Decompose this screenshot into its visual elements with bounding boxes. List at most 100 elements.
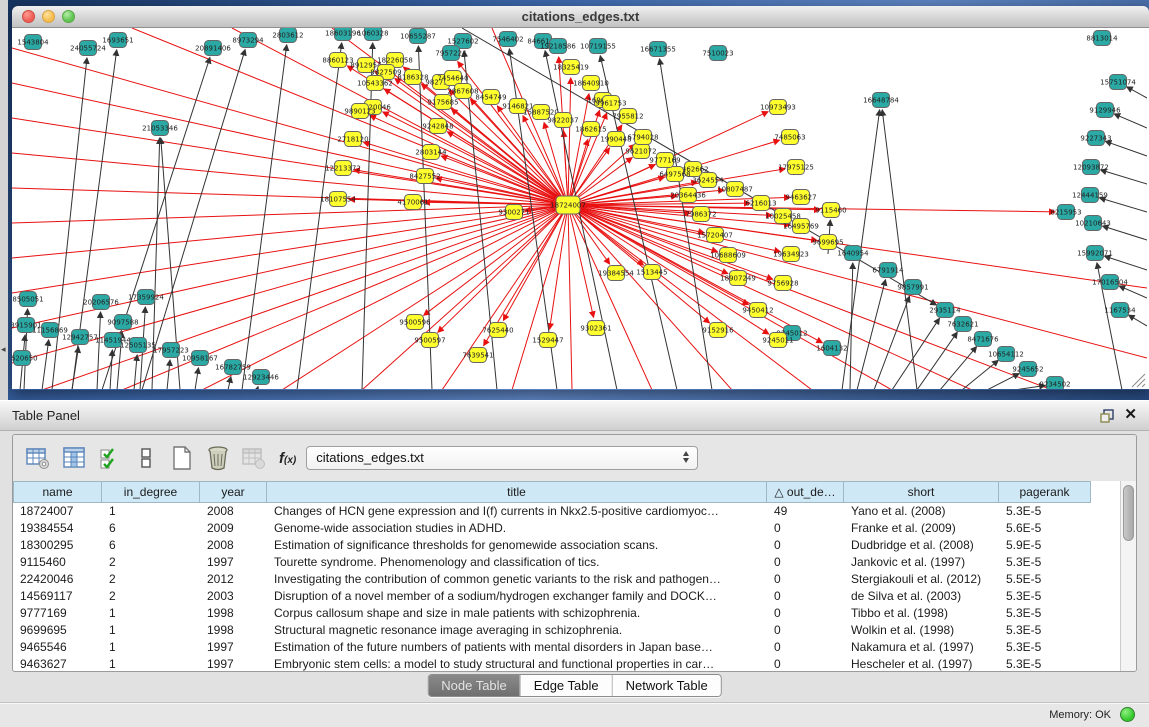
table-row[interactable]: 2242004622012Investigating the contribut… [13, 571, 1120, 588]
cell-pagerank[interactable]: 5.3E-5 [999, 656, 1091, 672]
cell-short[interactable]: Wolkin et al. (1998) [844, 622, 999, 639]
graph-node[interactable]: 9450412 [742, 303, 773, 318]
cell-year[interactable]: 2008 [200, 537, 267, 554]
graph-node[interactable]: 9175685 [427, 95, 458, 110]
table-row[interactable]: 1830029562008Estimation of significance … [13, 537, 1120, 554]
cell-in_degree[interactable]: 6 [102, 537, 200, 554]
graph-node[interactable]: 18603196 [325, 28, 361, 41]
graph-node[interactable]: 7639541 [462, 348, 493, 363]
cell-pagerank[interactable]: 5.5E-5 [999, 571, 1091, 588]
cell-out_de[interactable]: 0 [767, 656, 844, 672]
graph-node[interactable]: 9115460 [815, 203, 846, 218]
cell-pagerank[interactable]: 5.3E-5 [999, 622, 1091, 639]
graph-node[interactable]: 8860123 [322, 53, 353, 68]
cell-title[interactable]: Estimation of significance thresholds fo… [267, 537, 767, 554]
cell-title[interactable]: Embryonic stem cells: a model to study s… [267, 656, 767, 672]
cell-year[interactable]: 2009 [200, 520, 267, 537]
table-row[interactable]: 1938455462009Genome-wide association stu… [13, 520, 1120, 537]
cell-out_de[interactable]: 0 [767, 639, 844, 656]
graph-node[interactable]: 9234502 [1039, 377, 1070, 390]
graph-node[interactable]: 12213372 [325, 161, 361, 176]
graph-node[interactable]: 15751074 [1100, 75, 1136, 90]
cell-year[interactable]: 1997 [200, 639, 267, 656]
cell-out_de[interactable]: 0 [767, 571, 844, 588]
table-row[interactable]: 977716911998Corpus callosum shape and si… [13, 605, 1120, 622]
graph-node[interactable]: 20891406 [195, 41, 231, 56]
table-row[interactable]: 1872400712008Changes of HCN gene express… [13, 503, 1120, 520]
graph-node[interactable]: 2935114 [929, 303, 961, 318]
cell-in_degree[interactable]: 1 [102, 639, 200, 656]
close-panel-icon[interactable]: ✕ [1124, 405, 1137, 423]
graph-node[interactable]: 6794028 [627, 130, 658, 145]
graph-node[interactable]: 2718120 [337, 132, 368, 147]
column-header-pagerank[interactable]: pagerank [999, 481, 1091, 503]
graph-node[interactable]: 18107554 [320, 192, 356, 207]
column-settings-icon[interactable] [23, 443, 53, 473]
citation-graph[interactable]: 1543804240557241693651208914068973294280… [12, 28, 1147, 389]
memory-status-indicator[interactable] [1120, 707, 1135, 722]
cell-short[interactable]: Nakamura et al. (1997) [844, 639, 999, 656]
cell-pagerank[interactable]: 5.3E-5 [999, 554, 1091, 571]
graph-node[interactable]: 1529447 [532, 333, 563, 348]
table-row[interactable]: 969969511998Structural magnetic resonanc… [13, 622, 1120, 639]
cell-in_degree[interactable]: 2 [102, 588, 200, 605]
cell-title[interactable]: Investigating the contribution of common… [267, 571, 767, 588]
function-builder-icon[interactable]: f(x) [279, 450, 296, 467]
cell-name[interactable]: 18724007 [13, 503, 102, 520]
cell-in_degree[interactable]: 1 [102, 656, 200, 672]
table-row[interactable]: 946554611997Estimation of the future num… [13, 639, 1120, 656]
graph-node[interactable]: 7510023 [702, 46, 733, 61]
graph-node[interactable]: 8813014 [1086, 31, 1118, 46]
cell-title[interactable]: Corpus callosum shape and size in male p… [267, 605, 767, 622]
cell-name[interactable]: 9463627 [13, 656, 102, 672]
table-panel-header[interactable]: Table Panel ✕ [0, 400, 1149, 431]
graph-node[interactable]: 9699695 [812, 235, 843, 250]
graph-node[interactable]: 9152916 [702, 323, 734, 338]
cell-short[interactable]: Franke et al. (2009) [844, 520, 999, 537]
table-scrollbar-thumb[interactable] [1123, 485, 1134, 541]
cell-title[interactable]: Tourette syndrome. Phenomenology and cla… [267, 554, 767, 571]
cell-out_de[interactable]: 0 [767, 588, 844, 605]
graph-node[interactable]: 10688609 [710, 248, 746, 263]
graph-node[interactable]: 2620650 [12, 351, 38, 366]
tab-node-table[interactable]: Node Table [428, 675, 520, 696]
graph-node[interactable]: 18640910 [573, 76, 609, 91]
graph-node[interactable]: 16671355 [640, 42, 676, 57]
column-header-name[interactable]: name [13, 481, 102, 503]
column-header-title[interactable]: title [267, 481, 767, 503]
graph-node[interactable]: 9463627 [785, 190, 816, 205]
cell-out_de[interactable]: 0 [767, 605, 844, 622]
tab-edge-table[interactable]: Edge Table [520, 675, 612, 696]
delete-column-icon[interactable] [203, 443, 233, 473]
graph-node[interactable]: 19634923 [773, 247, 809, 262]
column-header-year[interactable]: year [200, 481, 267, 503]
cell-in_degree[interactable]: 1 [102, 622, 200, 639]
cell-pagerank[interactable]: 5.6E-5 [999, 520, 1091, 537]
cell-out_de[interactable]: 0 [767, 622, 844, 639]
cell-name[interactable]: 22420046 [13, 571, 102, 588]
cell-short[interactable]: Jankovic et al. (1997) [844, 554, 999, 571]
graph-node[interactable]: 9857991 [897, 280, 928, 295]
cell-pagerank[interactable]: 5.3E-5 [999, 503, 1091, 520]
graph-node[interactable]: 21053346 [142, 121, 178, 136]
graph-node[interactable]: 15992071 [1077, 246, 1113, 261]
cell-title[interactable]: Structural magnetic resonance image aver… [267, 622, 767, 639]
graph-node[interactable]: 9227343 [1080, 131, 1111, 146]
cell-in_degree[interactable]: 2 [102, 554, 200, 571]
tab-network-table[interactable]: Network Table [612, 675, 721, 696]
float-panel-icon[interactable] [1099, 408, 1115, 429]
cell-short[interactable]: Stergiakouli et al. (2012) [844, 571, 999, 588]
cell-pagerank[interactable]: 5.9E-5 [999, 537, 1091, 554]
cell-short[interactable]: Hescheler et al. (1997) [844, 656, 999, 672]
cell-short[interactable]: Dudbridge et al. (2008) [844, 537, 999, 554]
cell-short[interactable]: Tibbo et al. (1998) [844, 605, 999, 622]
graph-node[interactable]: 7955812 [612, 109, 643, 124]
graph-node[interactable]: 16648784 [863, 93, 899, 108]
graph-node[interactable]: 1167534 [1104, 303, 1136, 318]
cell-out_de[interactable]: 0 [767, 537, 844, 554]
graph-node[interactable]: 20206576 [83, 295, 119, 310]
cell-name[interactable]: 9699695 [13, 622, 102, 639]
unselect-rows-icon[interactable] [131, 443, 161, 473]
table-row[interactable]: 1456911722003Disruption of a novel membe… [13, 588, 1120, 605]
new-column-icon[interactable] [167, 443, 197, 473]
